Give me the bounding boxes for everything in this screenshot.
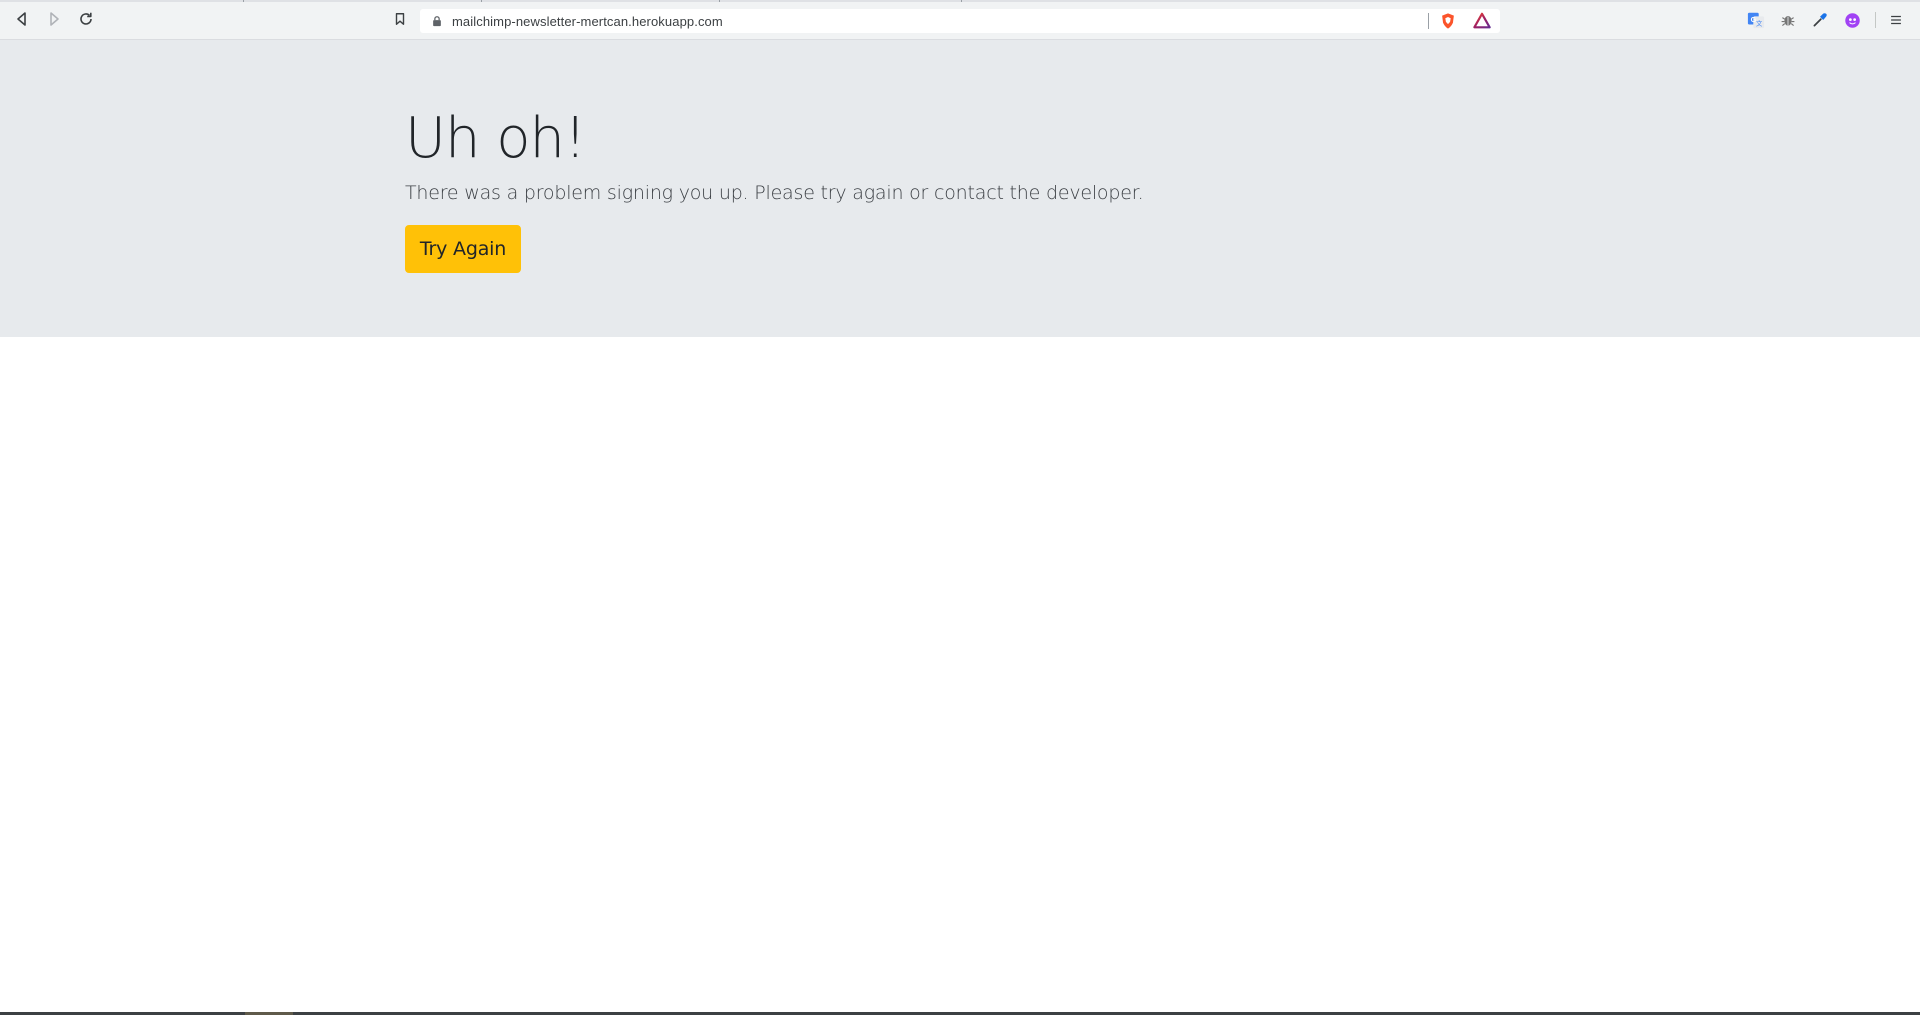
reload-icon — [78, 11, 94, 32]
tab-divider — [481, 0, 482, 2]
tabstrip-edge — [0, 0, 1920, 2]
toolbar-divider — [1875, 12, 1876, 28]
reload-button[interactable] — [74, 9, 98, 33]
back-arrow-icon — [14, 11, 30, 32]
bookmark-button[interactable] — [388, 9, 412, 33]
hamburger-menu-icon[interactable] — [1886, 10, 1906, 30]
page-title: Uh oh! — [405, 106, 586, 171]
brave-shield-icon[interactable] — [1438, 11, 1458, 31]
brave-rewards-icon[interactable] — [1472, 11, 1492, 31]
browser-toolbar: mailchimp-newsletter-mertcan.herokuapp.c… — [0, 0, 1920, 40]
profile-icon[interactable] — [1842, 10, 1862, 30]
try-again-button[interactable]: Try Again — [405, 225, 521, 273]
address-bar[interactable]: mailchimp-newsletter-mertcan.herokuapp.c… — [420, 9, 1500, 33]
tab-divider — [961, 0, 962, 2]
translate-icon[interactable]: G 文 — [1746, 10, 1766, 30]
eyedropper-icon[interactable] — [1810, 10, 1830, 30]
tab-divider — [719, 0, 720, 2]
omnibox-divider — [1428, 13, 1429, 29]
error-jumbotron: Uh oh! There was a problem signing you u… — [0, 40, 1920, 337]
bookmark-icon — [393, 12, 407, 31]
url-text[interactable]: mailchimp-newsletter-mertcan.herokuapp.c… — [452, 14, 723, 29]
lock-icon[interactable] — [430, 14, 444, 28]
forward-arrow-icon — [46, 11, 62, 32]
svg-text:文: 文 — [1756, 18, 1763, 27]
forward-button[interactable] — [42, 9, 66, 33]
tab-divider — [243, 0, 244, 2]
error-message: There was a problem signing you up. Plea… — [405, 182, 1144, 204]
bug-icon[interactable] — [1778, 10, 1798, 30]
back-button[interactable] — [10, 9, 34, 33]
